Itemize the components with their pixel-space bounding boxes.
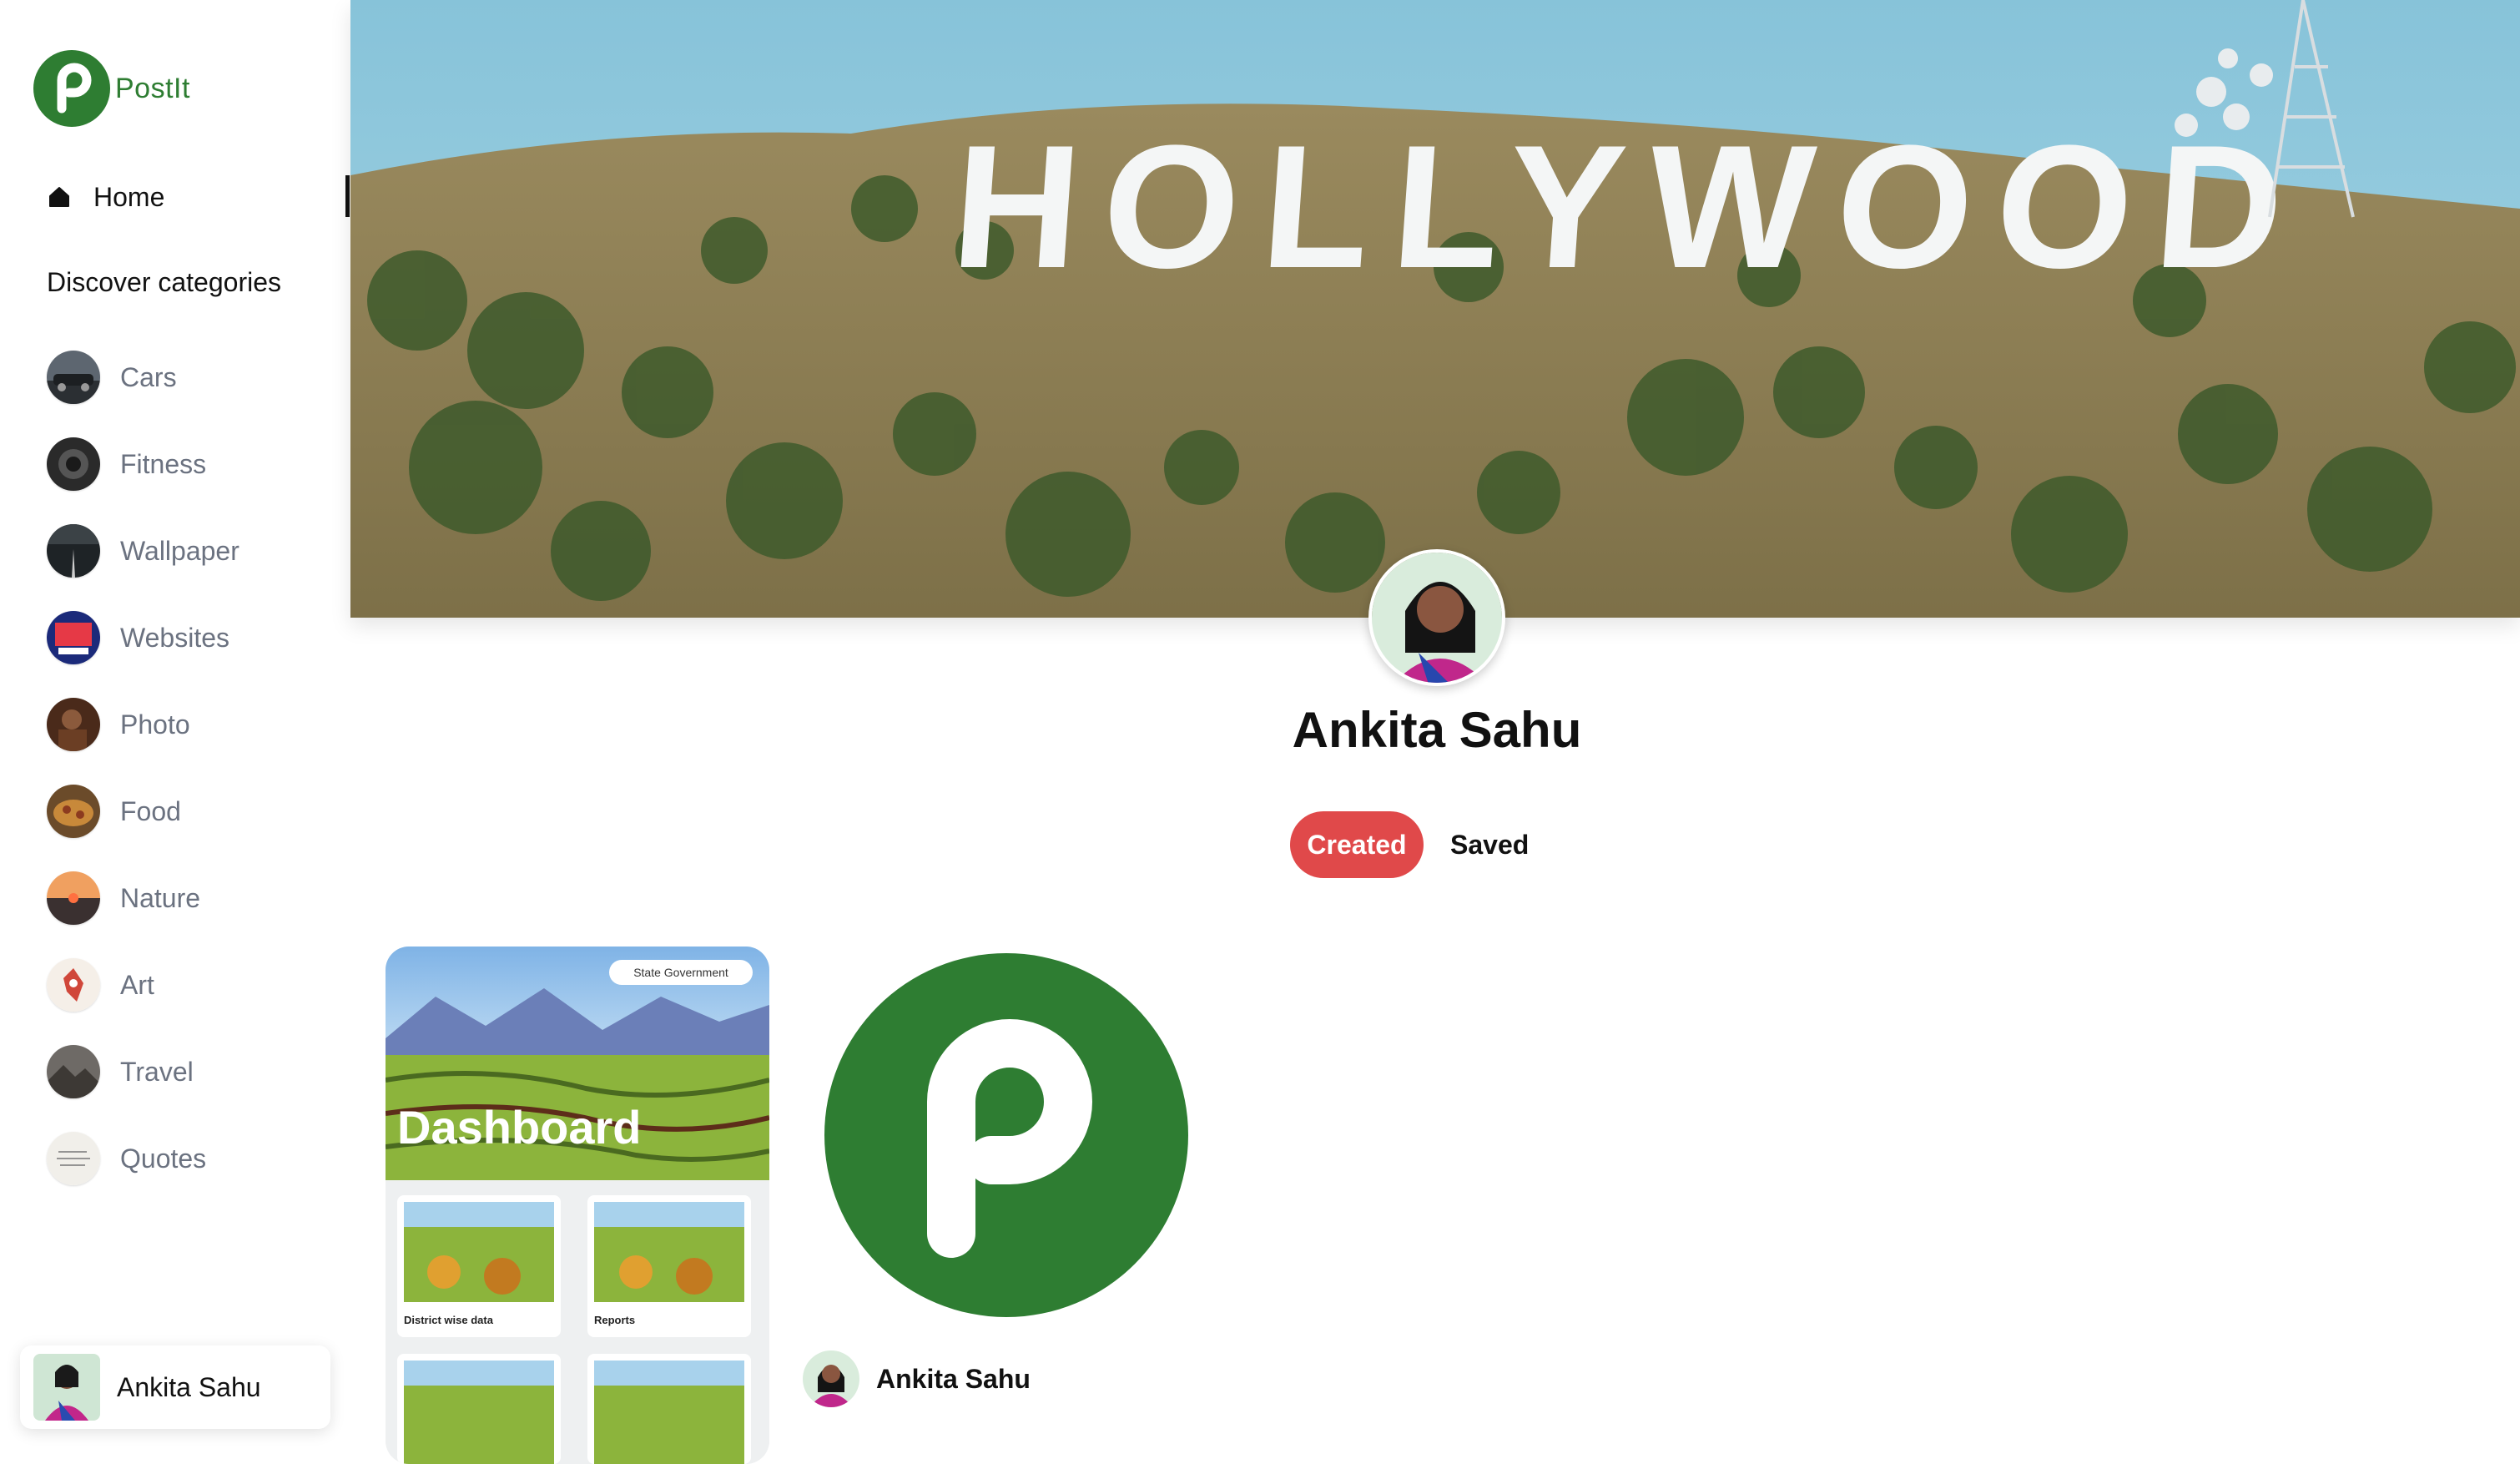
- avatar: [33, 1354, 100, 1421]
- category-thumbnail: [47, 1045, 100, 1098]
- brand-name: PostIt: [115, 72, 190, 104]
- pin-card-postit-logo[interactable]: [814, 947, 1215, 1330]
- tab-saved[interactable]: Saved: [1450, 830, 1529, 861]
- category-thumbnail: [47, 524, 100, 578]
- sidebar-item-nature[interactable]: Nature: [47, 855, 239, 942]
- sidebar-item-cars[interactable]: Cars: [47, 334, 239, 421]
- tile-label: Reports: [594, 1314, 635, 1326]
- sidebar-item-food[interactable]: Food: [47, 768, 239, 855]
- category-label: Nature: [120, 882, 201, 913]
- sidebar-item-art[interactable]: Art: [47, 942, 239, 1028]
- category-label: Photo: [120, 709, 190, 740]
- tile-label: District wise data: [404, 1314, 494, 1326]
- categories-heading: Discover categories: [47, 267, 281, 297]
- category-thumbnail: [47, 871, 100, 925]
- pin-title: Dashboard: [397, 1101, 642, 1154]
- active-indicator: [345, 175, 350, 217]
- sidebar-item-quotes[interactable]: Quotes: [47, 1115, 239, 1202]
- category-thumbnail: [47, 351, 100, 404]
- category-label: Wallpaper: [120, 535, 239, 566]
- sidebar-item-photo[interactable]: Photo: [47, 681, 239, 768]
- category-thumbnail: [47, 958, 100, 1012]
- sidebar-item-fitness[interactable]: Fitness: [47, 421, 239, 507]
- pin-author-name: Ankita Sahu: [876, 1363, 1031, 1394]
- category-label: Cars: [120, 361, 177, 392]
- sidebar-item-websites[interactable]: Websites: [47, 594, 239, 681]
- category-thumbnail: [47, 698, 100, 751]
- category-label: Travel: [120, 1056, 194, 1087]
- category-thumbnail: [47, 785, 100, 838]
- category-label: Food: [120, 795, 181, 826]
- profile-tabs: Created Saved: [1290, 811, 1529, 878]
- category-label: Fitness: [120, 448, 207, 479]
- current-user-card[interactable]: Ankita Sahu: [20, 1345, 330, 1429]
- postit-logo-icon: [33, 50, 110, 127]
- category-thumbnail: [47, 611, 100, 664]
- category-thumbnail: [47, 1132, 100, 1185]
- profile-name: Ankita Sahu: [1292, 702, 1582, 758]
- category-label: Quotes: [120, 1143, 207, 1174]
- tab-created[interactable]: Created: [1290, 811, 1424, 878]
- category-list: Cars Fitness Wallpaper Websites Photo Fo…: [47, 334, 239, 1202]
- home-icon: [49, 187, 69, 207]
- category-label: Art: [120, 969, 154, 1000]
- pin-card-dashboard[interactable]: Dashboard State Government District wise…: [386, 947, 769, 1464]
- pin-author[interactable]: Ankita Sahu: [803, 1350, 1031, 1407]
- profile-cover-image: HOLLYWOOD: [350, 0, 2520, 618]
- sidebar-item-label: Home: [93, 181, 165, 212]
- sidebar-item-home[interactable]: Home: [47, 177, 164, 217]
- sidebar-item-travel[interactable]: Travel: [47, 1028, 239, 1115]
- category-label: Websites: [120, 622, 230, 653]
- profile-avatar: [1368, 549, 1505, 686]
- brand[interactable]: PostIt: [33, 50, 190, 127]
- category-thumbnail: [47, 437, 100, 491]
- sidebar-item-wallpaper[interactable]: Wallpaper: [47, 507, 239, 594]
- sidebar: PostIt Home Discover categories Cars Fit…: [0, 0, 350, 1447]
- current-user-name: Ankita Sahu: [117, 1371, 261, 1402]
- avatar: [803, 1350, 859, 1407]
- svg-text:HOLLYWOOD: HOLLYWOOD: [946, 109, 2312, 305]
- pin-badge: State Government: [633, 966, 728, 979]
